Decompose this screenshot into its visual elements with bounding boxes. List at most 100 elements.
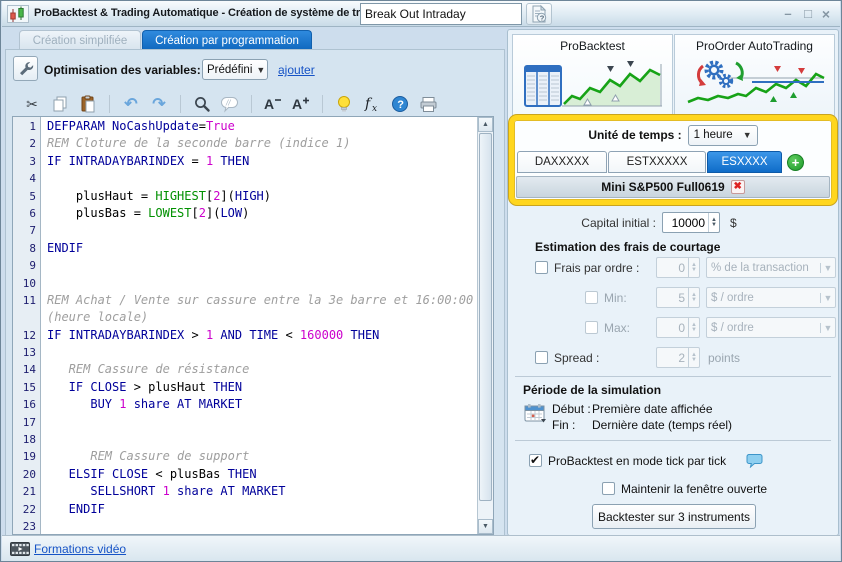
code-line[interactable]: ENDIF bbox=[47, 240, 477, 257]
spinner-arrows-icon[interactable]: ▲▼ bbox=[708, 213, 719, 232]
increase-font-icon[interactable]: A bbox=[291, 94, 311, 114]
insert-function-icon[interactable]: fx bbox=[362, 94, 382, 114]
spinner-arrows-icon[interactable]: ▲▼ bbox=[688, 318, 699, 337]
code-lines[interactable]: DEFPARAM NoCashUpdate=TrueREM Cloture de… bbox=[42, 117, 477, 534]
calendar-icon[interactable] bbox=[524, 402, 548, 428]
instrument-tab-estx[interactable]: ESTXXXXX bbox=[608, 151, 706, 173]
fee-checkbox-max[interactable] bbox=[585, 321, 598, 334]
probacktest-mode-button[interactable]: ProBacktest bbox=[512, 34, 673, 116]
spinner-arrows-icon[interactable]: ▲▼ bbox=[688, 258, 699, 277]
hint-bulb-icon[interactable] bbox=[334, 94, 354, 114]
proorder-mode-button[interactable]: ProOrder AutoTrading bbox=[674, 34, 835, 116]
timeframe-dropdown[interactable]: 1 heure ▼ bbox=[688, 125, 758, 146]
code-line[interactable]: REM Cassure de résistance bbox=[47, 361, 477, 378]
code-line[interactable]: (heure locale) bbox=[47, 309, 477, 326]
fee-checkbox-spread[interactable] bbox=[535, 351, 548, 364]
code-line[interactable]: REM Cloture de la seconde barre (indice … bbox=[47, 135, 477, 152]
code-line[interactable]: DEFPARAM NoCashUpdate=True bbox=[47, 118, 477, 135]
paste-icon[interactable] bbox=[78, 94, 98, 114]
code-line[interactable]: IF INTRADAYBARINDEX = 1 THEN bbox=[47, 153, 477, 170]
code-line[interactable] bbox=[47, 222, 477, 239]
help-document-icon[interactable]: ? bbox=[526, 3, 552, 25]
fee-value-spread[interactable]: 2 ▲▼ bbox=[656, 347, 700, 368]
maximize-button[interactable]: □ bbox=[800, 6, 816, 22]
code-line[interactable]: IF CLOSE > plusHaut THEN bbox=[47, 379, 477, 396]
line-number: 16 bbox=[13, 396, 40, 413]
minimize-button[interactable]: – bbox=[780, 6, 796, 22]
fee-value-frais-par-ordre[interactable]: 0 ▲▼ bbox=[656, 257, 700, 278]
code-line[interactable]: plusBas = LOWEST[2](LOW) bbox=[47, 205, 477, 222]
code-line[interactable] bbox=[47, 344, 477, 361]
undo-icon[interactable]: ↶ bbox=[121, 94, 141, 114]
copy-icon[interactable] bbox=[50, 94, 70, 114]
code-line[interactable] bbox=[47, 518, 477, 534]
fee-label-spread: Spread : bbox=[554, 351, 599, 365]
capital-input[interactable]: 10000 ▲▼ bbox=[662, 212, 720, 233]
toolbar-separator bbox=[109, 95, 110, 113]
video-film-icon[interactable] bbox=[10, 541, 30, 562]
add-instrument-icon[interactable]: + bbox=[787, 154, 804, 171]
system-name-input[interactable] bbox=[360, 3, 522, 25]
line-number: 20 bbox=[13, 466, 40, 483]
svg-text:?: ? bbox=[540, 13, 545, 22]
code-line[interactable]: ENDIF bbox=[47, 501, 477, 518]
fee-unit-select-frais-par-ordre[interactable]: % de la transaction ▼ bbox=[706, 257, 836, 278]
fee-checkbox-frais-par-ordre[interactable] bbox=[535, 261, 548, 274]
code-line[interactable]: REM Cassure de support bbox=[47, 448, 477, 465]
close-button[interactable]: × bbox=[818, 6, 834, 22]
sim-start-value: Première date affichée bbox=[592, 402, 713, 416]
code-line[interactable]: BUY 1 share AT MARKET bbox=[47, 396, 477, 413]
code-line[interactable]: REM Achat / Vente sur cassure entre la 3… bbox=[47, 292, 477, 309]
vertical-scrollbar[interactable]: ▲ ▼ bbox=[477, 117, 493, 534]
code-line[interactable]: plusHaut = HIGHEST[2](HIGH) bbox=[47, 188, 477, 205]
settings-wrench-icon[interactable] bbox=[13, 56, 38, 81]
code-line[interactable] bbox=[47, 431, 477, 448]
code-line[interactable] bbox=[47, 170, 477, 187]
capital-value[interactable]: 10000 bbox=[663, 213, 708, 232]
code-line[interactable] bbox=[47, 414, 477, 431]
backtest-run-button[interactable]: Backtester sur 3 instruments bbox=[592, 504, 756, 529]
line-number: 12 bbox=[13, 327, 40, 344]
probacktest-chart-icon bbox=[522, 56, 664, 110]
comment-icon[interactable]: // bbox=[220, 94, 240, 114]
tick-mode-checkbox[interactable] bbox=[529, 454, 542, 467]
keep-window-open-checkbox[interactable] bbox=[602, 482, 615, 495]
svg-text:x: x bbox=[372, 104, 377, 113]
fee-unit-select-min[interactable]: $ / ordre ▼ bbox=[706, 287, 836, 308]
tooltip-bubble-icon[interactable] bbox=[746, 453, 763, 473]
spinner-arrows-icon[interactable]: ▲▼ bbox=[688, 348, 699, 367]
code-line[interactable] bbox=[47, 257, 477, 274]
code-line[interactable] bbox=[47, 275, 477, 292]
add-variable-link[interactable]: ajouter bbox=[278, 63, 315, 77]
code-line[interactable]: SELLSHORT 1 share AT MARKET bbox=[47, 483, 477, 500]
fee-value-min[interactable]: 5 ▲▼ bbox=[656, 287, 700, 308]
remove-instrument-icon[interactable]: ✖ bbox=[731, 180, 745, 194]
code-line[interactable]: ELSIF CLOSE < plusBas THEN bbox=[47, 466, 477, 483]
spinner-arrows-icon[interactable]: ▲▼ bbox=[688, 288, 699, 307]
redo-icon[interactable]: ↷ bbox=[149, 94, 169, 114]
line-number: 4 bbox=[13, 170, 40, 187]
code-editor[interactable]: 1234567891011121314151617181920212223 DE… bbox=[12, 116, 494, 535]
scrollbar-thumb[interactable] bbox=[479, 133, 492, 501]
scroll-up-arrow-icon[interactable]: ▲ bbox=[478, 117, 493, 132]
fee-unit-select-max[interactable]: $ / ordre ▼ bbox=[706, 317, 836, 338]
probacktest-mode-label: ProBacktest bbox=[513, 39, 672, 53]
fee-value-max[interactable]: 0 ▲▼ bbox=[656, 317, 700, 338]
tab-creation-par-programmation[interactable]: Création par programmation bbox=[142, 30, 312, 50]
scroll-down-arrow-icon[interactable]: ▼ bbox=[478, 519, 493, 534]
proorder-mode-label: ProOrder AutoTrading bbox=[675, 39, 834, 53]
cut-icon[interactable]: ✂ bbox=[22, 94, 42, 114]
print-icon[interactable] bbox=[418, 94, 438, 114]
fee-checkbox-min[interactable] bbox=[585, 291, 598, 304]
line-number: 2 bbox=[13, 135, 40, 152]
help-icon[interactable]: ? bbox=[390, 94, 410, 114]
preset-dropdown[interactable]: Prédéfini ▼ bbox=[202, 59, 268, 80]
instrument-tab-dax[interactable]: DAXXXXX bbox=[517, 151, 607, 173]
line-number: 6 bbox=[13, 205, 40, 222]
instrument-tab-es[interactable]: ESXXXX bbox=[707, 151, 782, 173]
search-icon[interactable] bbox=[192, 94, 212, 114]
tab-creation-simplifiee[interactable]: Création simplifiée bbox=[19, 30, 141, 50]
code-line[interactable]: IF INTRADAYBARINDEX > 1 AND TIME < 16000… bbox=[47, 327, 477, 344]
video-training-link[interactable]: Formations vidéo bbox=[34, 542, 126, 556]
decrease-font-icon[interactable]: A bbox=[263, 94, 283, 114]
